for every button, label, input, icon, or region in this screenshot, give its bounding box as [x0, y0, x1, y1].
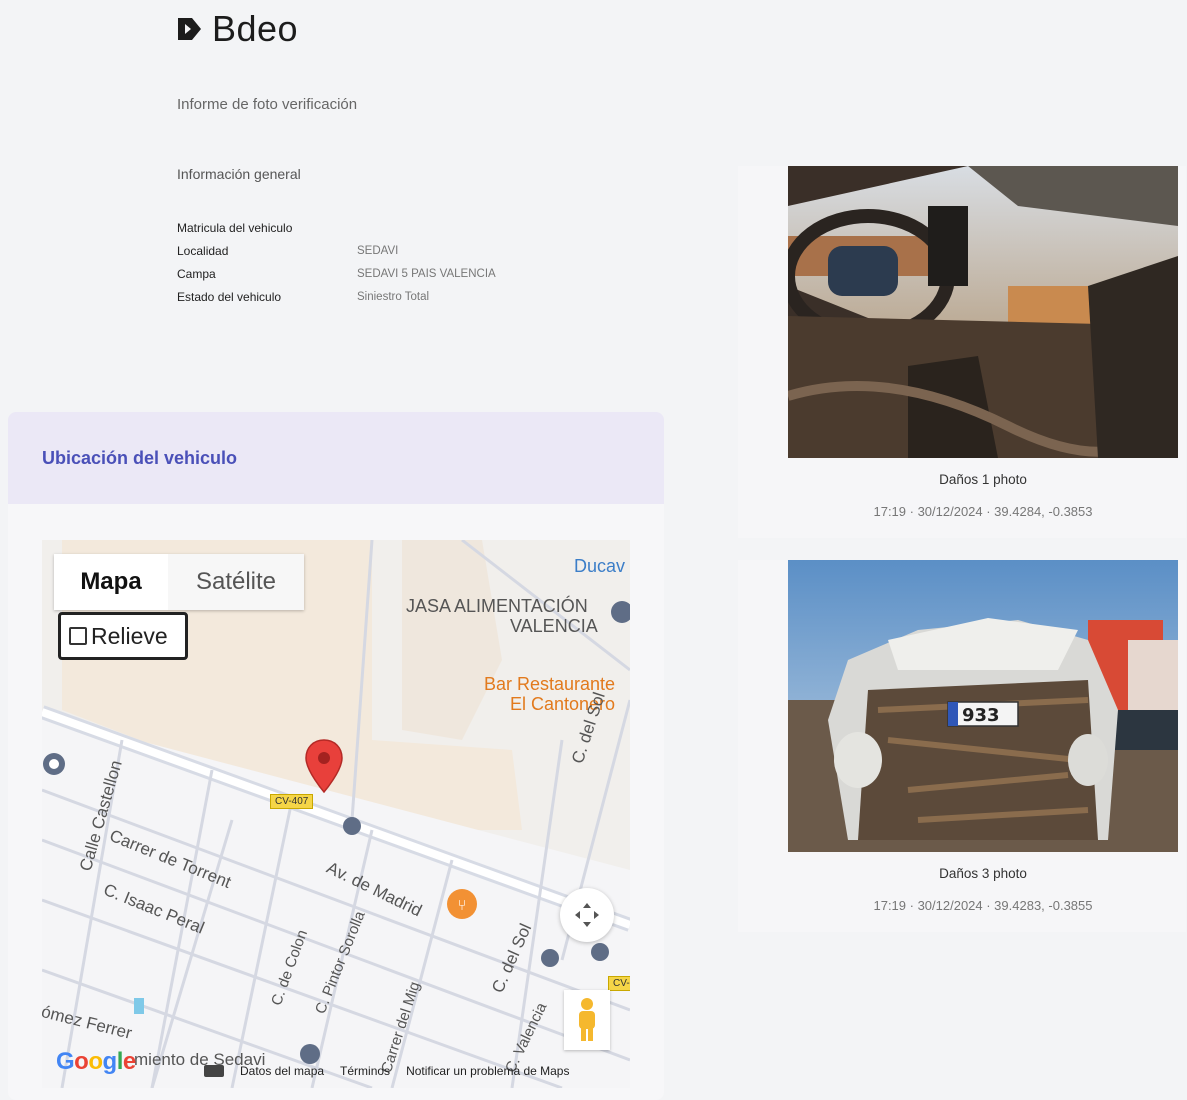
general-info-title: Información general: [177, 166, 301, 182]
plate-text: 933: [962, 705, 1000, 726]
info-row-plate: Matricula del vehiculo: [177, 216, 496, 239]
map-view[interactable]: ⑂ Ducav JASA ALIMENTACIÓN VALENCIA Bar R…: [42, 540, 630, 1088]
fullscreen-button[interactable]: [560, 888, 614, 942]
vehicle-location-header: Ubicación del vehiculo: [8, 412, 664, 504]
pegman-icon: [579, 998, 595, 1041]
vehicle-location-title: Ubicación del vehiculo: [42, 447, 238, 468]
google-logo: Google: [56, 1048, 136, 1075]
relieve-label: Relieve: [91, 622, 168, 649]
svg-text:⑂: ⑂: [457, 896, 466, 914]
photo-caption: Daños 1 photo: [939, 472, 1027, 487]
info-value: SEDAVI 5 PAIS VALENCIA: [357, 267, 496, 280]
relieve-checkbox[interactable]: Relieve: [58, 612, 188, 660]
map-attribution: Datos del mapa Términos Notificar un pro…: [204, 1064, 569, 1078]
brand-name: Bdeo: [212, 8, 299, 49]
info-row-locality: Localidad SEDAVI: [177, 239, 496, 262]
road-badge-cv407: CV-407: [270, 794, 314, 809]
street-view-button[interactable]: [564, 990, 610, 1050]
location-pin-icon: [305, 739, 343, 794]
map-type-control: Mapa Satélite: [54, 554, 304, 610]
info-value: Siniestro Total: [357, 290, 430, 303]
map-type-satelite-button[interactable]: Satélite: [168, 554, 304, 610]
road-badge-cv: CV-: [608, 976, 630, 991]
info-value: SEDAVI: [357, 244, 399, 257]
photo-caption: Daños 3 photo: [939, 866, 1027, 881]
map-data-link[interactable]: Datos del mapa: [240, 1064, 324, 1078]
vehicle-location-card: Ubicación del vehiculo ⑂ Ducav JASA ALIM…: [8, 412, 664, 1100]
info-label: Matricula del vehiculo: [177, 220, 293, 235]
fullscreen-icon: [575, 903, 599, 927]
map-report-link[interactable]: Notificar un problema de Maps: [406, 1064, 569, 1078]
damage-photo-3[interactable]: 933: [788, 560, 1178, 852]
bdeo-logo-icon: [178, 18, 201, 40]
report-title: Informe de foto verificación: [177, 96, 358, 113]
map-label-ducav: Ducav: [574, 556, 626, 576]
keyboard-shortcuts-icon[interactable]: [204, 1065, 224, 1077]
info-row-status: Estado del vehiculo Siniestro Total: [177, 285, 496, 308]
checkbox-icon: [69, 627, 87, 645]
info-label: Estado del vehiculo: [177, 289, 282, 304]
photo-card: Daños 1 photo 17:19 · 30/12/2024 · 39.42…: [738, 166, 1186, 538]
map-label-jasa-2: VALENCIA: [510, 616, 598, 636]
car-interior-photo: [788, 166, 1178, 458]
info-label: Localidad: [177, 243, 229, 258]
info-row-campa: Campa SEDAVI 5 PAIS VALENCIA: [177, 262, 496, 285]
info-label: Campa: [177, 266, 216, 281]
damage-photo-1[interactable]: [788, 166, 1178, 458]
photo-meta: 17:19 · 30/12/2024 · 39.4283, -0.3855: [873, 898, 1093, 913]
map-label-jasa-1: JASA ALIMENTACIÓN: [406, 596, 588, 616]
map-type-mapa-button[interactable]: Mapa: [54, 554, 168, 610]
car-front-photo: 933: [788, 560, 1178, 852]
general-info-table: Matricula del vehiculo Localidad SEDAVI …: [177, 216, 496, 308]
brand-logo: Bdeo: [174, 8, 298, 50]
map-terms-link[interactable]: Términos: [340, 1064, 390, 1078]
photo-meta: 17:19 · 30/12/2024 · 39.4284, -0.3853: [873, 504, 1093, 519]
photo-card: 933 Daños 3 photo 17:19 · 30/12/2024 · 3…: [738, 560, 1186, 932]
